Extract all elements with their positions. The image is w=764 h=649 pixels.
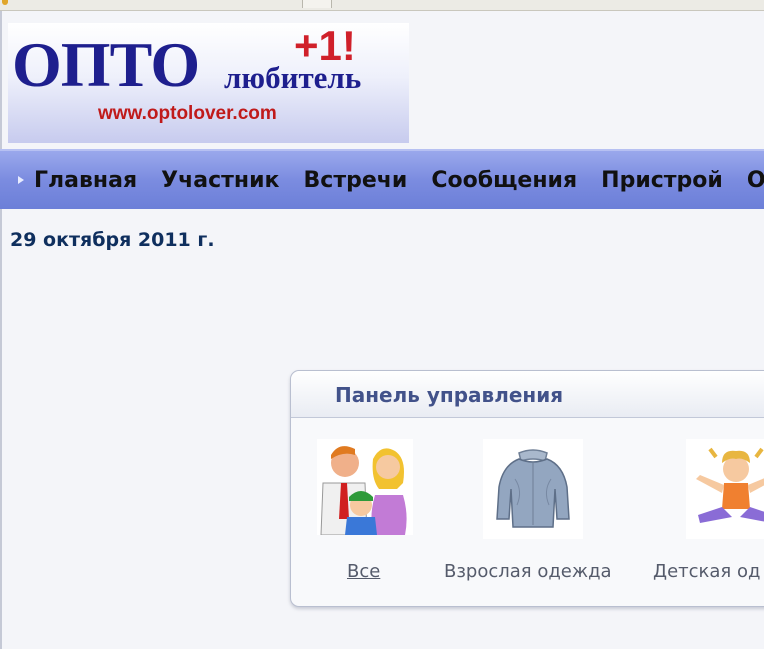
- category-label-adult[interactable]: Взрослая одежда: [444, 561, 612, 582]
- logo-url-text: www.optolover.com: [98, 103, 277, 124]
- nav-item-pristroy[interactable]: Пристрой: [601, 165, 723, 197]
- nav-item-home[interactable]: Главная: [34, 165, 137, 197]
- tab-favicon-icon: [2, 0, 8, 5]
- nav-items: Главная Участник Встречи Сообщения Прист…: [34, 165, 764, 197]
- nav-item-meetings[interactable]: Встречи: [304, 165, 408, 197]
- family-icon[interactable]: [317, 439, 413, 536]
- browser-tab-edge[interactable]: [302, 0, 332, 8]
- nav-item-messages[interactable]: Сообщения: [431, 165, 577, 197]
- logo-sub-text: любитель: [224, 60, 362, 95]
- nav-arrow-icon: [18, 176, 24, 184]
- main-nav-bar: Главная Участник Встречи Сообщения Прист…: [0, 149, 764, 209]
- current-date: 29 октября 2011 г.: [10, 229, 215, 251]
- control-panel: Панель управления Все Взрослая одежда Де…: [290, 370, 764, 607]
- child-icon[interactable]: [686, 439, 764, 539]
- control-panel-title: Панель управления: [335, 383, 564, 407]
- control-panel-header: Панель управления: [291, 371, 764, 418]
- category-label-all[interactable]: Все: [347, 561, 380, 582]
- logo-main-text: ОПТО: [12, 29, 200, 100]
- site-logo[interactable]: ОПТО +1! любитель www.optolover.com: [8, 23, 409, 143]
- category-label-kids[interactable]: Детская од: [653, 561, 760, 582]
- sweater-icon[interactable]: [483, 439, 583, 539]
- nav-item-more[interactable]: Ост: [747, 165, 764, 197]
- nav-item-member[interactable]: Участник: [161, 165, 279, 197]
- browser-chrome-strip: [0, 0, 764, 11]
